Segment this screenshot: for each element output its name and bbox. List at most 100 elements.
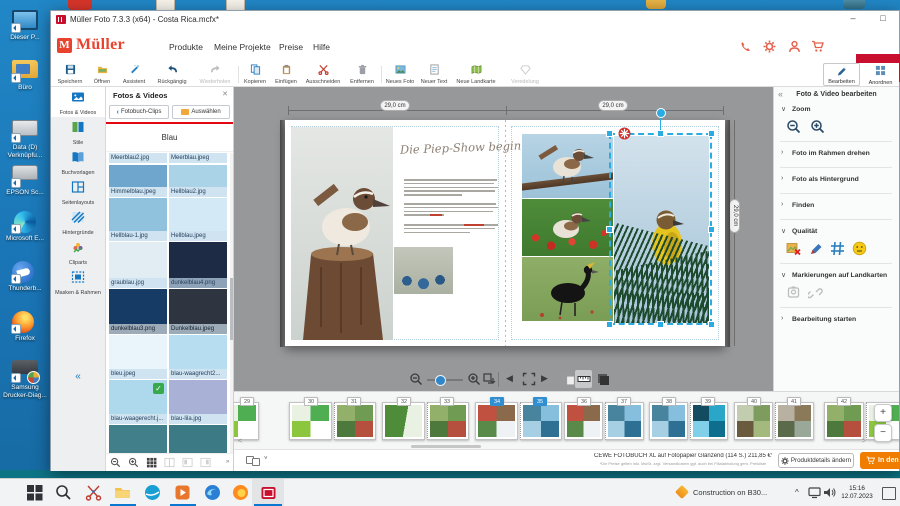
resize-handle[interactable] [606,321,613,328]
fullscreen-icon[interactable] [522,372,536,386]
new-photo-button[interactable]: Neues Foto [384,64,416,85]
zoom-in-icon[interactable] [810,119,825,134]
section-markierungen[interactable]: ∨ Markierungen auf Landkarten [774,271,899,283]
section-zoom[interactable]: ∨ Zoom [774,105,899,117]
broken-link-icon[interactable] [808,285,823,300]
minimize-button[interactable]: – [841,11,865,27]
quality-brush-icon[interactable] [808,241,823,256]
layout-view-icon[interactable] [182,457,193,468]
fit-sort-icon[interactable] [482,372,496,386]
resize-handle[interactable] [657,321,664,328]
desktop-icon-thunderbird[interactable]: Thunderb... [0,261,50,293]
photo-tile[interactable] [169,425,227,453]
sidebar-item-stile[interactable]: Stile [51,117,105,147]
gear-icon[interactable] [763,40,776,53]
news-weather-icon[interactable] [675,485,689,499]
spread-thumbnail[interactable]: 38 39 [649,397,728,441]
photo-tile[interactable]: Himmelblau.jpeg [109,165,167,197]
sidebar-item-cliparts[interactable]: Cliparts [51,237,105,267]
notification-center-icon[interactable] [882,487,896,500]
redo-button[interactable]: Wiederholen [196,64,234,85]
photo-black-bird[interactable] [522,257,613,321]
warning-rotate-badge[interactable] [618,127,631,140]
next-page-button[interactable]: ▶ [541,373,548,384]
file-explorer-icon[interactable] [114,484,131,501]
photo-bird-on-stump[interactable] [291,127,393,340]
delete-button[interactable]: Entfernen [347,64,377,85]
desktop-icon-data-drive[interactable]: Data (D) Verknüpfu... [0,120,50,159]
section-foto-hintergrund[interactable]: › Foto als Hintergrund [774,175,899,187]
panel-scrollbar[interactable] [230,153,233,453]
mode-bearbeiten-button[interactable]: Bearbeiten [823,63,860,86]
editor-canvas[interactable]: 29,0 cm 29,0 cm 29,0 cm [234,87,773,391]
desktop-icon-edge[interactable]: Microsoft E... [0,211,50,243]
category-header[interactable]: Blau [106,124,233,152]
quality-photo-warning-icon[interactable] [786,241,801,256]
mode-anordnen-button[interactable]: Anordnen [862,63,899,86]
menu-preise[interactable]: Preise [279,42,303,52]
maximize-button[interactable]: □ [871,11,895,27]
snipping-tool-icon[interactable] [85,484,102,501]
photo-bird-on-branch[interactable] [522,134,613,198]
section-qualitaet[interactable]: ∨ Qualität [774,227,899,239]
zoom-out-icon[interactable] [110,457,121,468]
resize-handle[interactable] [708,321,715,328]
zoom-in-icon[interactable] [128,457,139,468]
filmstrip-scroll-left[interactable]: < [238,438,242,445]
paste-button[interactable]: Einfügen [272,64,300,85]
rotation-handle[interactable] [656,108,666,118]
thumbnail-zoom-in-button[interactable]: + [874,404,892,422]
layout-view-icon[interactable] [200,457,211,468]
dropdown-caret[interactable]: ˅ [264,456,268,462]
clock[interactable]: 15:16 12.07.2023 [836,485,878,501]
image-file-icon[interactable] [843,0,865,9]
copy-button[interactable]: Kopieren [241,64,269,85]
spread-thumbnail[interactable]: 32 33 [382,397,469,441]
close-icon[interactable]: ✕ [222,90,228,98]
prev-page-button[interactable]: ◀ [506,373,513,384]
photo-tile[interactable]: Hellblau.jpeg [169,198,227,241]
desktop-icon-this-pc[interactable]: Dieser P... [0,10,50,42]
photo-filename[interactable]: Meerblau.jpeg [169,153,227,163]
network-icon[interactable] [808,486,821,499]
desktop-icon-buero[interactable]: Büro [0,60,50,92]
folder-icon[interactable] [646,0,666,9]
resize-handle[interactable] [708,130,715,137]
photo-tile[interactable]: bleu.jpeg [109,335,167,379]
grid-view-icon[interactable] [146,457,157,468]
assistant-button[interactable]: Assistent [119,64,149,85]
sidebar-item-buchvorlagen[interactable]: Buchvorlagen [51,147,105,177]
title-bar[interactable]: Müller Foto 7.3.3 (x64) - Costa Rica.mcf… [51,11,899,29]
menu-produkte[interactable]: Produkte [169,42,203,52]
auswaehlen-button[interactable]: Auswählen [172,105,230,119]
new-text-button[interactable]: Neuer Text [419,64,449,85]
filmstrip-scroll-right[interactable]: > [862,438,866,445]
section-bearbeitung-starten[interactable]: › Bearbeitung starten [774,315,899,327]
quality-grid-icon[interactable] [830,241,845,256]
edge-browser-icon[interactable] [204,484,221,501]
product-details-button[interactable]: Produktdetails ändern [778,453,854,468]
menu-meine-projekte[interactable]: Meine Projekte [214,42,271,52]
undo-button[interactable]: Rückgängig [154,64,190,85]
body-text-paragraph[interactable] [404,179,498,198]
new-map-button[interactable]: Neue Landkarte [452,64,500,85]
firefox-icon[interactable] [232,484,249,501]
body-text-paragraph[interactable] [404,203,498,218]
photo-tile[interactable]: Hellblau-1.jpg [109,198,167,241]
zoom-out-icon[interactable] [409,372,423,386]
spread-thumbnail[interactable]: 29 [234,397,259,441]
veredelung-button[interactable]: Veredelung [504,64,546,85]
speaker-icon[interactable] [823,486,836,499]
photo-tile[interactable]: ✓ blau-waagerecht.j... [109,380,167,424]
zoom-in-icon[interactable] [467,372,481,386]
filmstrip-scrollbar[interactable] [411,445,481,448]
photo-tile[interactable]: graublau.jpg [109,242,167,288]
user-icon[interactable] [788,40,801,53]
phone-icon[interactable] [739,40,752,53]
photo-tile[interactable]: dunkelblau4.png [169,242,227,288]
overflow-chevron[interactable]: » [226,459,229,465]
photo-blue-birds[interactable] [394,247,453,294]
photo-tile[interactable]: blau-waagrecht2... [169,335,227,379]
selection-frame[interactable] [609,133,712,325]
layout-view-icon[interactable] [164,457,175,468]
